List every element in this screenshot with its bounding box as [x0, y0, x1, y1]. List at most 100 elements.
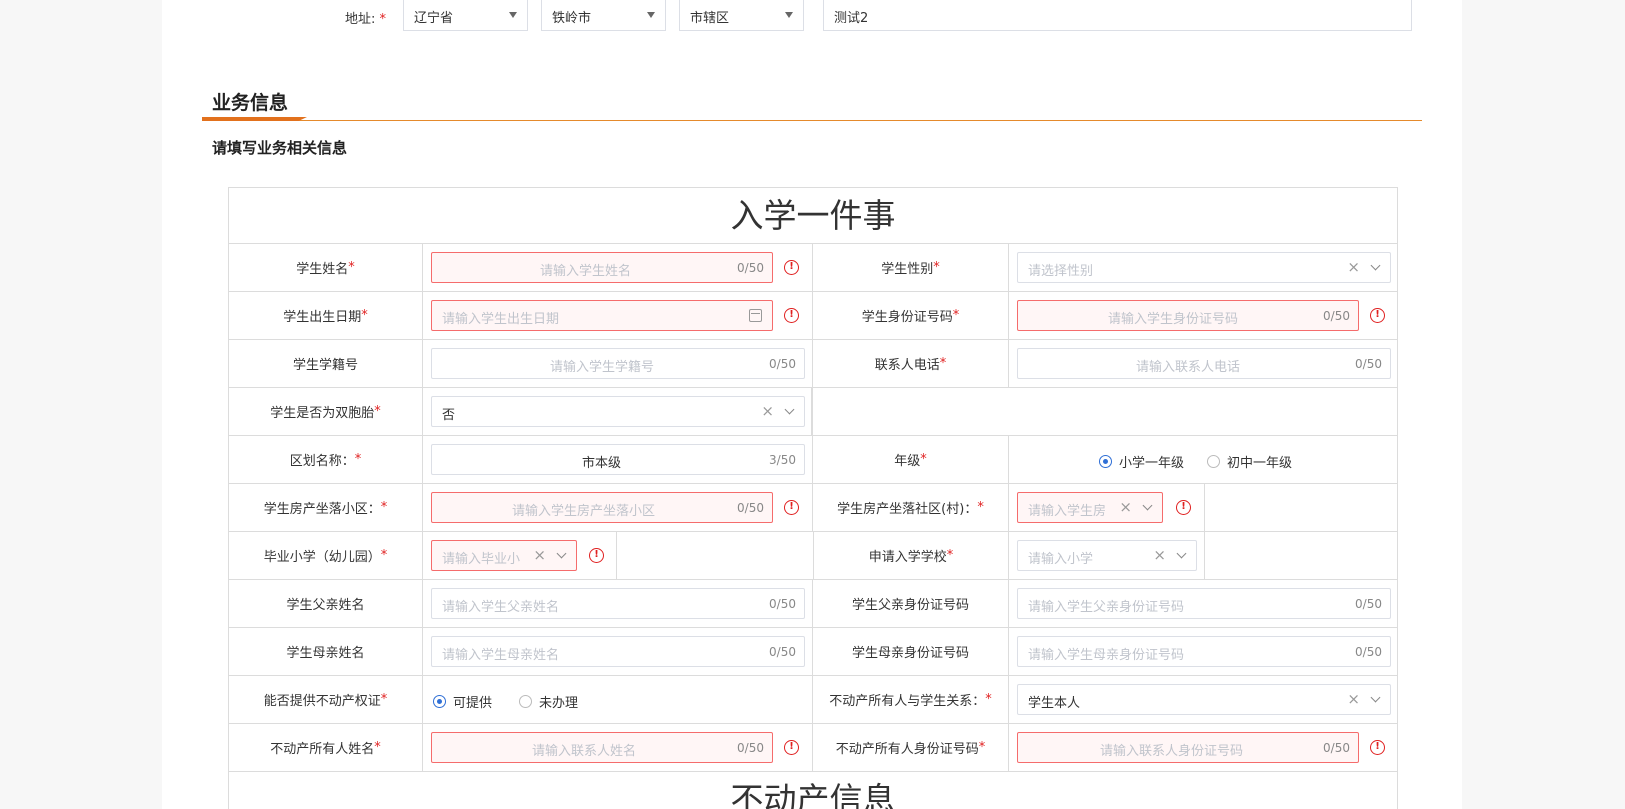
label-student-gender: 学生性别 * [813, 244, 1009, 291]
district-select[interactable]: 市辖区 [679, 0, 804, 31]
chevron-down-icon [784, 404, 795, 415]
label-district-name: 区划名称： * [229, 436, 423, 483]
form-title: 入学一件事 [229, 188, 1397, 244]
cell-birth-date: 请输入学生出生日期 ! [423, 292, 813, 339]
cell-graduate-school: 请输入毕业小 × ! [423, 532, 617, 579]
clear-icon[interactable]: × [761, 402, 774, 420]
cell-mother-id: 请输入学生母亲身份证号码 0/50 [1009, 628, 1399, 675]
father-name-input[interactable]: 请输入学生父亲姓名 0/50 [431, 588, 805, 619]
cell-contact-phone: 请输入联系人电话 0/50 [1009, 340, 1399, 387]
table-row: 学生房产坐落小区： * 请输入学生房产坐落小区 0/50 ! 学生房产坐落社区(村)… [229, 484, 1397, 532]
twins-select[interactable]: 否 × [431, 396, 805, 427]
clear-icon[interactable]: × [1347, 258, 1360, 276]
address-detail-input[interactable]: 测试2 [823, 0, 1412, 31]
caret-down-icon [647, 12, 655, 18]
property-cert-radio-no[interactable]: 未办理 [519, 692, 578, 711]
graduate-school-select[interactable]: 请输入毕业小 × [431, 540, 577, 571]
cell-mother-name: 请输入学生母亲姓名 0/50 [423, 628, 813, 675]
error-icon: ! [1370, 308, 1385, 323]
contact-phone-input[interactable]: 请输入联系人电话 0/50 [1017, 348, 1391, 379]
radio-unchecked-icon [519, 695, 532, 708]
id-number-input[interactable]: 请输入学生身份证号码 0/50 [1017, 300, 1359, 331]
owner-id-input[interactable]: 请输入联系人身份证号码 0/50 [1017, 732, 1359, 763]
table-row: 不动产所有人姓名 * 请输入联系人姓名 0/50 ! 不动产所有人身份证号码 * 请输… [229, 724, 1397, 772]
enrollment-form-table: 入学一件事 学生姓名 * 请输入学生姓名 0/50 ! 学生性别 * 请选择性别 × 学… [228, 187, 1398, 809]
label-owner-relation: 不动产所有人与学生关系： * [813, 676, 1009, 723]
student-name-input[interactable]: 请输入学生姓名 0/50 [431, 252, 773, 283]
province-select[interactable]: 辽宁省 [403, 0, 528, 31]
grade-radio-primary[interactable]: 小学一年级 [1099, 452, 1184, 471]
label-student-name: 学生姓名 * [229, 244, 423, 291]
cell-grade: 小学一年级 初中一年级 [1009, 436, 1399, 483]
error-icon: ! [589, 548, 604, 563]
cell-owner-name: 请输入联系人姓名 0/50 ! [423, 724, 813, 771]
error-icon: ! [784, 308, 799, 323]
section-title: 业务信息 [212, 92, 289, 114]
label-mother-name: 学生母亲姓名 [229, 628, 423, 675]
mother-name-input[interactable]: 请输入学生母亲姓名 0/50 [431, 636, 805, 667]
address-label: 地址: * [345, 12, 387, 27]
label-mother-id: 学生母亲身份证号码 [813, 628, 1009, 675]
error-icon: ! [784, 740, 799, 755]
table-row: 毕业小学（幼儿园） * 请输入毕业小 × ! 申请入学学校 * 请输入小学 × [229, 532, 1397, 580]
clear-icon[interactable]: × [1153, 546, 1166, 564]
property-village-select[interactable]: 请输入学生房 × [1017, 492, 1163, 523]
chevron-down-icon [1142, 500, 1153, 511]
apply-school-select[interactable]: 请输入小学 × [1017, 540, 1197, 571]
cell-district-name: 市本级 3/50 [423, 436, 813, 483]
cell-father-name: 请输入学生父亲姓名 0/50 [423, 580, 813, 627]
chevron-down-icon [1370, 260, 1381, 271]
label-owner-name: 不动产所有人姓名 * [229, 724, 423, 771]
chevron-down-icon [1176, 548, 1187, 559]
label-owner-id: 不动产所有人身份证号码 * [813, 724, 1009, 771]
radio-checked-icon [1099, 455, 1112, 468]
label-grade: 年级 * [813, 436, 1009, 483]
owner-relation-select[interactable]: 学生本人 × [1017, 684, 1391, 715]
city-select[interactable]: 铁岭市 [541, 0, 666, 31]
mother-id-input[interactable]: 请输入学生母亲身份证号码 0/50 [1017, 636, 1391, 667]
clear-icon[interactable]: × [1347, 690, 1360, 708]
error-icon: ! [1370, 740, 1385, 755]
table-row: 学生父亲姓名 请输入学生父亲姓名 0/50 学生父亲身份证号码 请输入学生父亲身份… [229, 580, 1397, 628]
cell-student-name: 请输入学生姓名 0/50 ! [423, 244, 813, 291]
error-icon: ! [1176, 500, 1191, 515]
birth-date-input[interactable]: 请输入学生出生日期 [431, 300, 773, 331]
label-twins: 学生是否为双胞胎 * [229, 388, 423, 435]
table-row: 区划名称： * 市本级 3/50 年级 * 小学一年级 初中一年级 [229, 436, 1397, 484]
calendar-icon[interactable] [749, 309, 762, 322]
clear-icon[interactable]: × [1119, 498, 1132, 516]
section-divider [202, 120, 1422, 121]
error-icon: ! [784, 260, 799, 275]
cell-owner-id: 请输入联系人身份证号码 0/50 ! [1009, 724, 1399, 771]
property-cert-radio-yes[interactable]: 可提供 [433, 692, 492, 711]
student-no-input[interactable]: 请输入学生学籍号 0/50 [431, 348, 805, 379]
label-id-number: 学生身份证号码 * [813, 292, 1009, 339]
label-father-id: 学生父亲身份证号码 [813, 580, 1009, 627]
clear-icon[interactable]: × [533, 546, 546, 564]
table-row: 能否提供不动产权证 * 可提供 未办理 不动产所有人与学生关系： * 学生本人 × [229, 676, 1397, 724]
radio-checked-icon [433, 695, 446, 708]
property-community-input[interactable]: 请输入学生房产坐落小区 0/50 [431, 492, 773, 523]
student-gender-select[interactable]: 请选择性别 × [1017, 252, 1391, 283]
caret-down-icon [509, 12, 517, 18]
cell-property-community: 请输入学生房产坐落小区 0/50 ! [423, 484, 813, 531]
table-row: 学生母亲姓名 请输入学生母亲姓名 0/50 学生母亲身份证号码 请输入学生母亲身份… [229, 628, 1397, 676]
cell-student-gender: 请选择性别 × [1009, 244, 1399, 291]
father-id-input[interactable]: 请输入学生父亲身份证号码 0/50 [1017, 588, 1391, 619]
property-section-title: 不动产信息 [730, 780, 896, 809]
district-name-input[interactable]: 市本级 3/50 [431, 444, 805, 475]
cell-twins: 否 × [423, 388, 813, 435]
cell-student-no: 请输入学生学籍号 0/50 [423, 340, 813, 387]
table-row: 学生出生日期 * 请输入学生出生日期 ! 学生身份证号码 * 请输入学生身份证号码 0… [229, 292, 1397, 340]
caret-down-icon [785, 12, 793, 18]
radio-unchecked-icon [1207, 455, 1220, 468]
label-contact-phone: 联系人电话 * [813, 340, 1009, 387]
owner-name-input[interactable]: 请输入联系人姓名 0/50 [431, 732, 773, 763]
table-row: 学生学籍号 请输入学生学籍号 0/50 联系人电话 * 请输入联系人电话 0/50 [229, 340, 1397, 388]
grade-radio-junior[interactable]: 初中一年级 [1207, 452, 1292, 471]
table-row: 学生是否为双胞胎 * 否 × [229, 388, 1397, 436]
label-graduate-school: 毕业小学（幼儿园） * [229, 532, 423, 579]
section-subtitle: 请填写业务相关信息 [212, 139, 348, 157]
label-birth-date: 学生出生日期 * [229, 292, 423, 339]
cell-property-village: 请输入学生房 × ! [1009, 484, 1205, 531]
